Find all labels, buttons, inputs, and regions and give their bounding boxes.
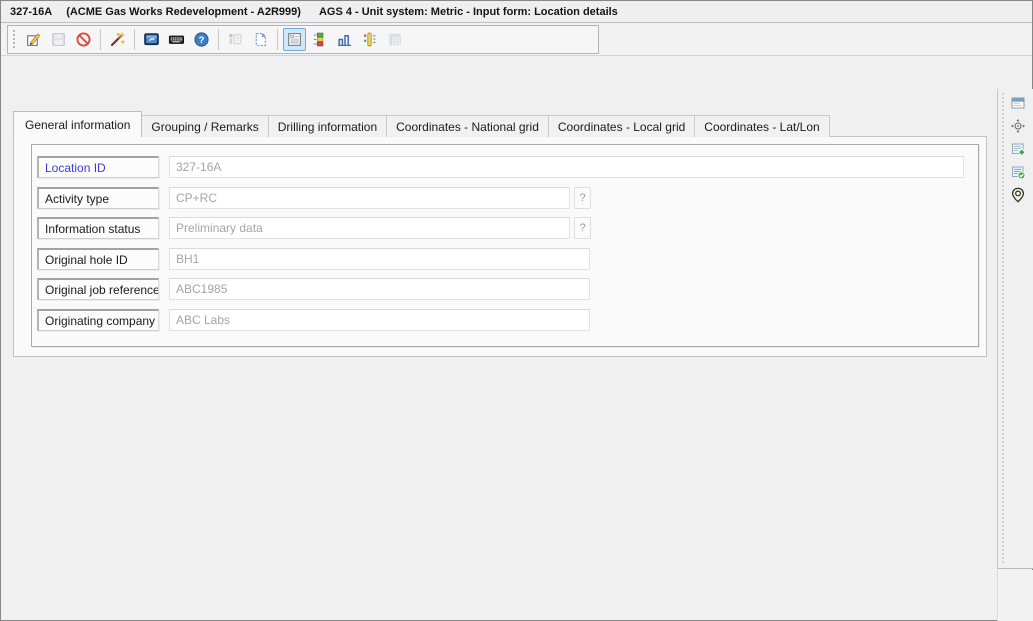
tab-label: General information <box>25 118 130 132</box>
tab-label: Coordinates - Local grid <box>558 120 685 134</box>
original-job-reference-input[interactable] <box>169 278 590 300</box>
chart-icon[interactable] <box>333 28 356 51</box>
originating-company-input[interactable] <box>169 309 590 331</box>
field-row-original-job-reference: Original job reference <box>37 278 590 300</box>
location-id-label: Location ID <box>37 156 159 178</box>
activity-type-input[interactable] <box>169 187 570 209</box>
new-document-icon[interactable] <box>249 28 272 51</box>
save-icon[interactable] <box>47 28 70 51</box>
form-tabs: General information Grouping / Remarks D… <box>13 111 830 137</box>
tab-coordinates-national-grid[interactable]: Coordinates - National grid <box>386 115 549 137</box>
table-icon[interactable] <box>383 28 406 51</box>
tab-coordinates-lat-lon[interactable]: Coordinates - Lat/Lon <box>694 115 829 137</box>
activity-type-help-button[interactable]: ? <box>574 187 591 209</box>
field-row-activity-type: Activity type ? <box>37 187 591 209</box>
toolbar-separator <box>134 29 135 50</box>
side-toolbar-grip[interactable] <box>1001 92 1006 563</box>
information-status-input[interactable] <box>169 217 570 239</box>
tab-drilling-information[interactable]: Drilling information <box>268 115 387 137</box>
side-toolbar-icons <box>1009 94 1027 203</box>
toolbar-grip[interactable] <box>12 29 17 50</box>
borehole-icon[interactable] <box>358 28 381 51</box>
field-row-information-status: Information status ? <box>37 217 591 239</box>
tab-label: Coordinates - Lat/Lon <box>704 120 819 134</box>
import-export-icon[interactable] <box>224 28 247 51</box>
title-context: AGS 4 - Unit system: Metric - Input form… <box>319 6 618 18</box>
tab-grouping-remarks[interactable]: Grouping / Remarks <box>141 115 268 137</box>
title-location-id: 327-16A <box>10 6 52 18</box>
keyboard-icon[interactable] <box>165 28 188 51</box>
field-row-location-id: Location ID <box>37 156 964 178</box>
svg-text:?: ? <box>199 35 205 46</box>
crosshair-target-icon[interactable] <box>1009 117 1027 134</box>
field-row-original-hole-id: Original hole ID <box>37 248 590 270</box>
app-window: 327-16A (ACME Gas Works Redevelopment - … <box>0 0 1033 621</box>
side-toolbar-tail <box>997 570 1033 621</box>
tab-label: Grouping / Remarks <box>151 120 258 134</box>
tab-coordinates-local-grid[interactable]: Coordinates - Local grid <box>548 115 695 137</box>
tab-general-information[interactable]: General information <box>13 111 142 137</box>
add-record-icon[interactable] <box>1009 140 1027 157</box>
location-id-input[interactable] <box>169 156 964 178</box>
toolbar-separator <box>218 29 219 50</box>
general-information-groupbox: Location ID Activity type ? Information … <box>31 144 979 347</box>
toolstrip-row: ? <box>1 23 1032 56</box>
location-pin-icon[interactable] <box>1009 186 1027 203</box>
toolbar-separator <box>277 29 278 50</box>
side-toolbar <box>997 89 1033 569</box>
information-status-help-button[interactable]: ? <box>574 217 591 239</box>
original-job-reference-label: Original job reference <box>37 278 159 300</box>
validate-record-icon[interactable] <box>1009 163 1027 180</box>
originating-company-label: Originating company <box>37 309 159 331</box>
cancel-icon[interactable] <box>72 28 95 51</box>
information-status-label: Information status <box>37 217 159 239</box>
activity-type-label: Activity type <box>37 187 159 209</box>
form-window-icon[interactable] <box>1009 94 1027 111</box>
form-view-icon[interactable] <box>283 28 306 51</box>
edit-icon[interactable] <box>22 28 45 51</box>
title-project: (ACME Gas Works Redevelopment - A2R999) <box>66 6 301 18</box>
main-toolbar: ? <box>7 25 599 54</box>
tab-label: Drilling information <box>278 120 377 134</box>
title-bar: 327-16A (ACME Gas Works Redevelopment - … <box>1 1 1032 23</box>
tab-page-general-information: Location ID Activity type ? Information … <box>13 136 987 357</box>
log-legend-icon[interactable] <box>308 28 331 51</box>
magic-wand-icon[interactable] <box>106 28 129 51</box>
tab-label: Coordinates - National grid <box>396 120 539 134</box>
help-icon[interactable]: ? <box>190 28 213 51</box>
original-hole-id-input[interactable] <box>169 248 590 270</box>
screen-icon[interactable] <box>140 28 163 51</box>
toolbar-separator <box>100 29 101 50</box>
original-hole-id-label: Original hole ID <box>37 248 159 270</box>
field-row-originating-company: Originating company <box>37 309 590 331</box>
